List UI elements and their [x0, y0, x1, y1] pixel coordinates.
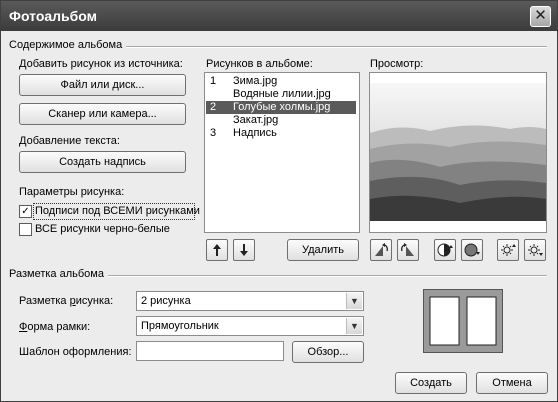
add-picture-label: Добавить рисунок из источника:: [19, 58, 183, 70]
cancel-button-label: Отмена: [492, 377, 532, 389]
window-title: Фотоальбом: [9, 8, 98, 24]
rotate-right-button[interactable]: [397, 239, 419, 261]
checkmark-icon: ✓: [21, 206, 30, 217]
close-icon: ✕: [534, 7, 547, 24]
preview-label: Просмотр:: [370, 58, 424, 70]
picture-layout-select[interactable]: 2 рисунка ▼: [136, 291, 364, 311]
pictures-listbox[interactable]: 1 Зима.jpg Водяные лилии.jpg 2 Голубые холмы…: [204, 72, 360, 233]
frame-shape-select[interactable]: Прямоугольник ▼: [136, 316, 364, 336]
picture-name: Голубые холмы.jpg: [233, 101, 331, 113]
browse-button[interactable]: Обзор...: [292, 341, 364, 363]
brightness-up-button[interactable]: [497, 239, 519, 261]
theme-input[interactable]: [136, 341, 284, 361]
two-pictures-layout-icon: [429, 296, 497, 346]
preview-image: [370, 73, 546, 232]
album-content-group-title: Содержимое альбома: [9, 39, 127, 51]
create-button-label: Создать: [410, 377, 452, 389]
add-text-label: Добавление текста:: [19, 135, 120, 147]
preview-pane: [369, 72, 547, 233]
brightness-down-icon: [528, 244, 543, 256]
all-black-white-checkbox-label[interactable]: ВСЕ рисунки черно-белые: [35, 223, 170, 235]
create-caption-button-label: Создать надпись: [59, 156, 146, 168]
arrow-up-icon: [213, 244, 221, 256]
scanner-or-camera-button[interactable]: Сканер или камера...: [19, 103, 186, 125]
contrast-up-button[interactable]: [434, 239, 456, 261]
picture-name: Водяные лилии.jpg: [233, 88, 331, 100]
cancel-button[interactable]: Отмена: [476, 372, 548, 394]
captions-all-checkbox-label[interactable]: Подписи под ВСЕМИ рисунками: [35, 205, 200, 217]
browse-button-label: Обзор...: [307, 346, 349, 358]
layout-preview: [423, 289, 503, 353]
move-up-button[interactable]: [206, 239, 228, 261]
close-button[interactable]: ✕: [530, 6, 551, 27]
create-button[interactable]: Создать: [395, 372, 467, 394]
contrast-up-icon: [437, 243, 453, 257]
captions-all-checkbox[interactable]: ✓: [19, 205, 32, 218]
title-bar[interactable]: Фотоальбом ✕: [1, 1, 557, 31]
photo-album-dialog: Фотоальбом ✕ Содержимое альбома Добавить…: [0, 0, 558, 402]
picture-layout-label: Разметка рисунка:: [19, 295, 114, 307]
picture-name: Зима.jpg: [233, 75, 278, 87]
picture-number: 1: [210, 75, 217, 87]
picture-number: 3: [210, 127, 217, 139]
frame-shape-label: Форма рамки:: [19, 321, 91, 333]
theme-label: Шаблон оформления:: [19, 346, 132, 358]
scanner-or-camera-button-label: Сканер или камера...: [48, 108, 157, 120]
picture-list-item[interactable]: 1 Зима.jpg: [206, 75, 356, 88]
album-layout-group-title: Разметка альбома: [9, 268, 108, 280]
picture-list-item[interactable]: Водяные лилии.jpg: [206, 88, 356, 101]
delete-button-label: Удалить: [302, 244, 344, 256]
all-black-white-checkbox[interactable]: [19, 223, 32, 236]
contrast-down-button[interactable]: [461, 239, 483, 261]
create-caption-button[interactable]: Создать надпись: [19, 151, 186, 173]
picture-layout-value: 2 рисунка: [141, 295, 191, 307]
picture-list-item[interactable]: 3 Надпись: [206, 127, 356, 140]
contrast-down-icon: [464, 243, 480, 257]
file-or-disk-button-label: Файл или диск...: [60, 79, 145, 91]
arrow-down-icon: [240, 244, 248, 256]
rotate-left-button[interactable]: [370, 239, 392, 261]
picture-number: 2: [210, 101, 217, 113]
frame-shape-value: Прямоугольник: [141, 320, 219, 332]
picture-list-item[interactable]: Закат.jpg: [206, 114, 356, 127]
brightness-down-button[interactable]: [524, 239, 546, 261]
rotate-right-icon: [401, 243, 414, 256]
delete-button[interactable]: Удалить: [287, 239, 359, 261]
file-or-disk-button[interactable]: Файл или диск...: [19, 74, 186, 96]
picture-name: Надпись: [233, 127, 277, 139]
pictures-in-album-label: Рисунков в альбоме:: [206, 58, 313, 70]
chevron-down-icon[interactable]: ▼: [346, 293, 362, 309]
picture-list-item[interactable]: 2 Голубые холмы.jpg: [206, 101, 356, 114]
picture-options-label: Параметры рисунка:: [19, 186, 125, 198]
rotate-left-icon: [375, 243, 388, 256]
picture-name: Закат.jpg: [233, 114, 279, 126]
move-down-button[interactable]: [233, 239, 255, 261]
chevron-down-icon[interactable]: ▼: [346, 318, 362, 334]
brightness-up-icon: [501, 244, 516, 256]
